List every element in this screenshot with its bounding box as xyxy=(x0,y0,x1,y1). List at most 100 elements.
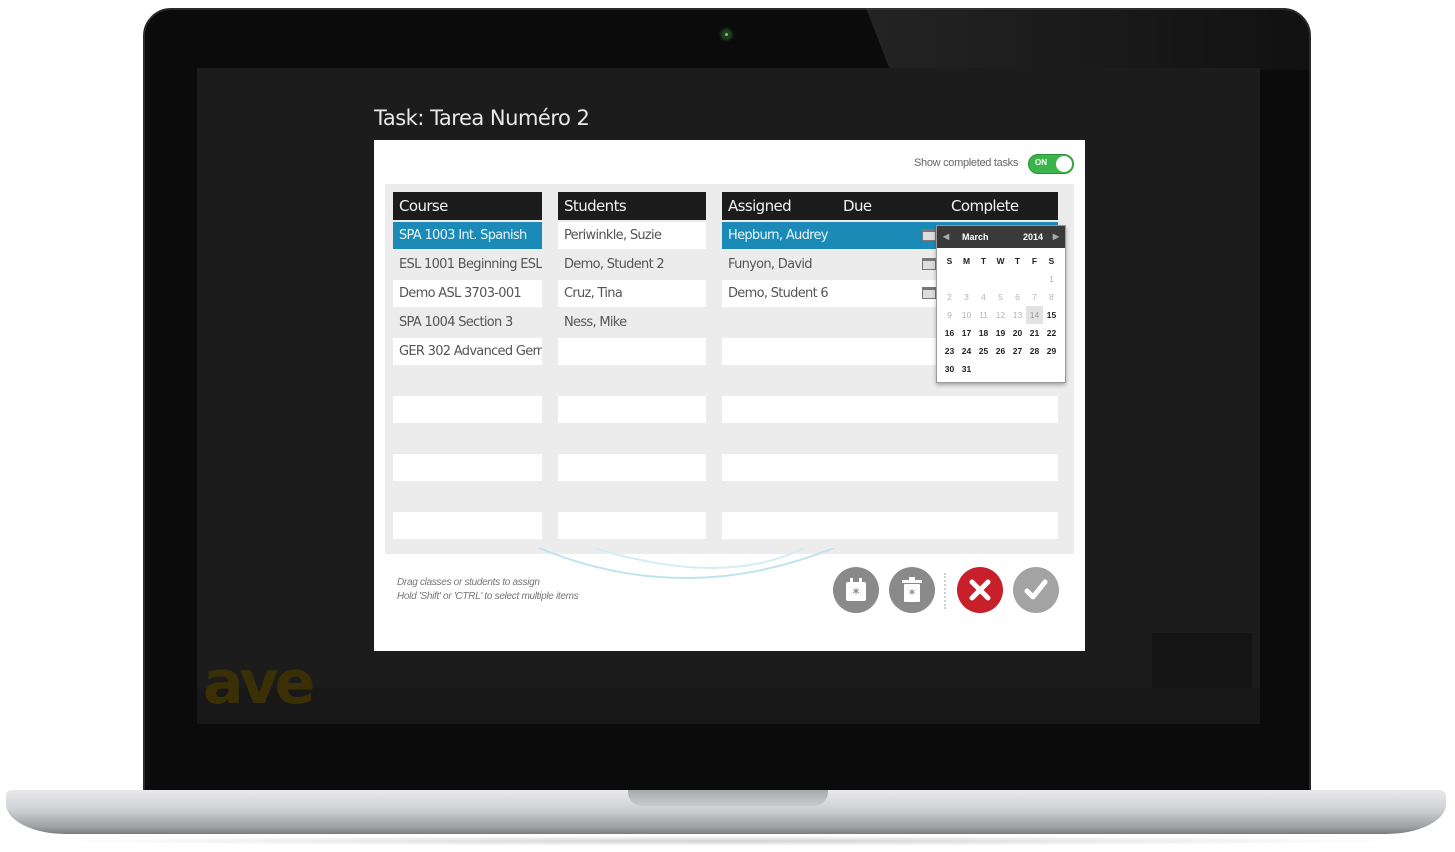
date-picker-month[interactable]: March xyxy=(962,232,989,242)
calendar-blank xyxy=(992,270,1009,288)
weekday-label: W xyxy=(996,256,1005,266)
complete-header-label: Complete xyxy=(951,197,1019,215)
student-row[interactable]: Periwinkle, Suzie xyxy=(558,222,706,249)
task-title: Task: Tarea Numéro 2 xyxy=(374,106,590,130)
check-icon xyxy=(1024,579,1048,600)
calendar-day[interactable]: 16 xyxy=(941,324,958,342)
calendar-icon[interactable] xyxy=(922,229,936,241)
background-strip xyxy=(197,688,1260,724)
calendar-day[interactable]: 23 xyxy=(941,342,958,360)
trash-icon: * xyxy=(902,577,922,602)
calendar-day[interactable]: 20 xyxy=(1009,324,1026,342)
toggle-knob[interactable] xyxy=(1056,156,1072,172)
drag-hint: Drag classes or students to assign xyxy=(397,577,540,588)
svg-text:*: * xyxy=(853,587,860,602)
calendar-icon[interactable] xyxy=(922,287,936,299)
calendar-day[interactable]: 12 xyxy=(992,306,1009,324)
calendar-day[interactable]: 19 xyxy=(992,324,1009,342)
course-row[interactable]: SPA 1004 Section 3 xyxy=(393,309,542,336)
calendar-blank xyxy=(1026,270,1043,288)
show-completed-label: Show completed tasks xyxy=(914,157,1019,169)
calendar-day[interactable]: 17 xyxy=(958,324,975,342)
close-icon xyxy=(969,579,991,601)
svg-text:*: * xyxy=(909,587,916,601)
calendar-day[interactable]: 14 xyxy=(1026,306,1043,324)
weekday-label: F xyxy=(1031,256,1038,266)
prev-month-icon[interactable]: ◀ xyxy=(943,232,949,241)
calendar-day[interactable]: 5 xyxy=(992,288,1009,306)
calendar-day[interactable]: 11 xyxy=(975,306,992,324)
calendar-day[interactable]: 1 xyxy=(1043,270,1060,288)
course-column: Course SPA 1003 Int. Spanish ESL 1001 Be… xyxy=(393,192,542,539)
assigned-header: Assigned Due Complete xyxy=(722,192,1058,220)
due-header-label: Due xyxy=(843,197,872,215)
delete-button[interactable]: * xyxy=(889,567,935,613)
assigned-student: Hepburn, Audrey xyxy=(728,228,828,243)
task-dialog: Show completed tasks ON Course SPA 1003 … xyxy=(374,140,1085,651)
calendar-icon: * xyxy=(846,578,866,602)
cancel-button[interactable] xyxy=(957,567,1003,613)
weekday-label: M xyxy=(962,256,971,266)
assigned-student: Funyon, David xyxy=(728,257,813,272)
assigned-header-label: Assigned xyxy=(728,197,792,215)
next-month-icon[interactable]: ▶ xyxy=(1053,232,1059,241)
calendar-day[interactable]: 31 xyxy=(958,360,975,378)
calendar-day[interactable]: 10 xyxy=(958,306,975,324)
weekday-label: T xyxy=(980,256,987,266)
calendar-day[interactable]: 9 xyxy=(941,306,958,324)
student-row[interactable]: Demo, Student 2 xyxy=(558,251,706,278)
course-row[interactable]: Demo ASL 3703-001 xyxy=(393,280,542,307)
calendar-day[interactable]: 6 xyxy=(1009,288,1026,306)
calendar-day[interactable]: 25 xyxy=(975,342,992,360)
calendar-icon[interactable] xyxy=(922,258,936,270)
calendar-day[interactable]: 3 xyxy=(958,288,975,306)
empty-row xyxy=(722,512,1058,539)
calendar-day[interactable]: 18 xyxy=(975,324,992,342)
student-row[interactable]: Ness, Mike xyxy=(558,309,706,336)
calendar-day[interactable]: 2 xyxy=(941,288,958,306)
date-picker-header: ◀ March 2014 ▶ xyxy=(937,226,1065,248)
set-due-date-button[interactable]: * xyxy=(833,567,879,613)
calendar-blank xyxy=(1009,270,1026,288)
assigned-student: Demo, Student 6 xyxy=(728,286,829,301)
weekday-label: T xyxy=(1014,256,1021,266)
calendar-day[interactable]: 30 xyxy=(941,360,958,378)
calendar-day[interactable]: 22 xyxy=(1043,324,1060,342)
calendar-day[interactable]: 4 xyxy=(975,288,992,306)
empty-row xyxy=(558,454,706,481)
course-row[interactable]: SPA 1003 Int. Spanish xyxy=(393,222,542,249)
course-row[interactable]: ESL 1001 Beginning ESL xyxy=(393,251,542,278)
empty-row xyxy=(722,396,1058,423)
weekday-label: S xyxy=(1048,256,1055,266)
bottom-bezel xyxy=(145,724,1309,796)
calendar-day[interactable]: 7 xyxy=(1026,288,1043,306)
empty-row xyxy=(393,512,542,539)
empty-row xyxy=(558,338,706,365)
calendar-day[interactable]: 27 xyxy=(1009,342,1026,360)
multi-select-hint: Hold 'Shift' or 'CTRL' to select multipl… xyxy=(397,591,579,602)
calendar-day[interactable]: 15 xyxy=(1043,306,1060,324)
students-header: Students xyxy=(558,192,706,220)
empty-row xyxy=(393,396,542,423)
show-completed-toggle[interactable]: ON xyxy=(1028,154,1074,174)
calendar-day[interactable]: 28 xyxy=(1026,342,1043,360)
course-row[interactable]: GER 302 Advanced German xyxy=(393,338,542,365)
confirm-button[interactable] xyxy=(1013,567,1059,613)
students-column: Students Periwinkle, Suzie Demo, Student… xyxy=(558,192,706,539)
empty-row xyxy=(558,396,706,423)
empty-row xyxy=(558,512,706,539)
student-row[interactable]: Cruz, Tina xyxy=(558,280,706,307)
empty-row xyxy=(393,454,542,481)
calendar-day[interactable]: 24 xyxy=(958,342,975,360)
background-logo: ave xyxy=(203,648,315,718)
date-picker[interactable]: ◀ March 2014 ▶ S M T W T F S 1 2 3 4 5 6 7 8 9 10… xyxy=(936,225,1066,383)
date-picker-year[interactable]: 2014 xyxy=(1023,232,1043,242)
calendar-day[interactable]: 29 xyxy=(1043,342,1060,360)
calendar-day[interactable]: 8 xyxy=(1043,288,1060,306)
button-separator xyxy=(944,573,946,609)
calendar-day[interactable]: 13 xyxy=(1009,306,1026,324)
calendar-day[interactable]: 21 xyxy=(1026,324,1043,342)
calendar-day[interactable]: 26 xyxy=(992,342,1009,360)
date-picker-grid: S M T W T F S 1 2 3 4 5 6 7 8 9 10 11 12 13 14 15 16 17 1… xyxy=(937,248,1065,378)
calendar-blank xyxy=(975,270,992,288)
